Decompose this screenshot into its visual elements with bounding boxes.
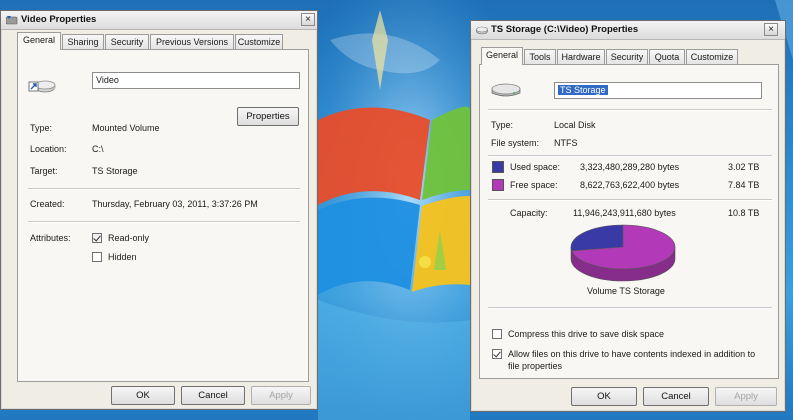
dialog-title: TS Storage (C:\Video) Properties <box>491 24 639 35</box>
used-space-label: Used space: <box>510 162 561 172</box>
general-tab-panel: TS Storage Type: Local Disk File system:… <box>479 64 779 379</box>
tab-customize[interactable]: Customize <box>235 34 283 49</box>
tab-customize[interactable]: Customize <box>686 49 738 64</box>
ok-button[interactable]: OK <box>571 387 637 406</box>
location-value: C:\ <box>92 144 104 154</box>
volume-caption: Volume TS Storage <box>587 286 665 296</box>
used-space-swatch <box>492 161 504 173</box>
close-button[interactable]: × <box>301 13 315 26</box>
free-space-bytes: 8,622,763,622,400 bytes <box>580 180 680 190</box>
tab-sharing[interactable]: Sharing <box>62 34 104 49</box>
properties-button[interactable]: Properties <box>237 107 299 126</box>
disk-usage-pie <box>570 224 676 282</box>
file-system-value: NTFS <box>554 138 578 148</box>
capacity-size: 10.8 TB <box>728 208 760 218</box>
used-space-size: 3.02 TB <box>728 162 760 172</box>
tab-general[interactable]: General <box>17 32 61 50</box>
apply-button[interactable]: Apply <box>715 387 777 406</box>
drive-label-text: TS Storage <box>558 85 608 95</box>
index-label-line1[interactable]: Allow files on this drive to have conten… <box>508 349 755 359</box>
created-value: Thursday, February 03, 2011, 3:37:26 PM <box>92 199 258 209</box>
cancel-button[interactable]: Cancel <box>643 387 709 406</box>
free-space-size: 7.84 TB <box>728 180 760 190</box>
capacity-label: Capacity: <box>510 208 548 218</box>
tab-general[interactable]: General <box>481 47 523 65</box>
type-value: Local Disk <box>554 120 596 130</box>
ok-button[interactable]: OK <box>111 386 175 405</box>
free-space-swatch <box>492 179 504 191</box>
drive-label-field[interactable]: TS Storage <box>554 82 762 99</box>
hidden-checkbox[interactable] <box>92 252 102 262</box>
capacity-bytes: 11,946,243,911,680 bytes <box>573 208 676 218</box>
type-label: Type: <box>491 120 514 130</box>
video-properties-dialog: Video Properties × General Sharing Secur… <box>0 10 318 410</box>
separator <box>488 307 772 309</box>
separator <box>28 188 300 190</box>
tab-quota[interactable]: Quota <box>649 49 685 64</box>
tab-security[interactable]: Security <box>105 34 149 49</box>
type-label: Type: <box>30 123 53 133</box>
volume-name-field[interactable]: Video <box>92 72 300 89</box>
ts-storage-properties-dialog: TS Storage (C:\Video) Properties × Gener… <box>470 20 786 412</box>
hidden-label[interactable]: Hidden <box>108 252 137 262</box>
used-space-bytes: 3,323,480,289,280 bytes <box>580 162 680 172</box>
tab-security[interactable]: Security <box>606 49 648 64</box>
dialog-title: Video Properties <box>21 14 97 25</box>
attributes-label: Attributes: <box>30 233 71 243</box>
target-value: TS Storage <box>92 166 138 176</box>
tab-previous-versions[interactable]: Previous Versions <box>150 34 234 49</box>
separator <box>28 221 300 223</box>
free-space-label: Free space: <box>510 180 558 190</box>
compress-label[interactable]: Compress this drive to save disk space <box>508 329 664 339</box>
readonly-label[interactable]: Read-only <box>108 233 149 243</box>
tab-hardware[interactable]: Hardware <box>557 49 605 64</box>
index-checkbox[interactable] <box>492 349 502 359</box>
index-label-line2[interactable]: file properties <box>508 361 562 371</box>
separator <box>488 109 772 111</box>
created-label: Created: <box>30 199 65 209</box>
mounted-volume-icon <box>28 80 56 93</box>
close-button[interactable]: × <box>764 23 778 36</box>
hard-drive-icon <box>491 83 521 97</box>
file-system-label: File system: <box>491 138 540 148</box>
compress-checkbox[interactable] <box>492 329 502 339</box>
used-space-pie-slice <box>570 224 624 252</box>
readonly-checkbox[interactable] <box>92 233 102 243</box>
cancel-button[interactable]: Cancel <box>181 386 245 405</box>
separator <box>488 155 772 157</box>
mounted-drive-icon <box>6 16 18 25</box>
location-label: Location: <box>30 144 67 154</box>
title-bar[interactable]: TS Storage (C:\Video) Properties × <box>471 21 785 40</box>
target-label: Target: <box>30 166 58 176</box>
general-tab-panel: Video Type: Mounted Volume Properties Lo… <box>17 49 309 382</box>
separator <box>488 199 772 201</box>
apply-button[interactable]: Apply <box>251 386 311 405</box>
tab-tools[interactable]: Tools <box>524 49 556 64</box>
drive-icon <box>476 26 488 35</box>
type-value: Mounted Volume <box>92 123 160 133</box>
title-bar[interactable]: Video Properties × <box>1 11 317 30</box>
